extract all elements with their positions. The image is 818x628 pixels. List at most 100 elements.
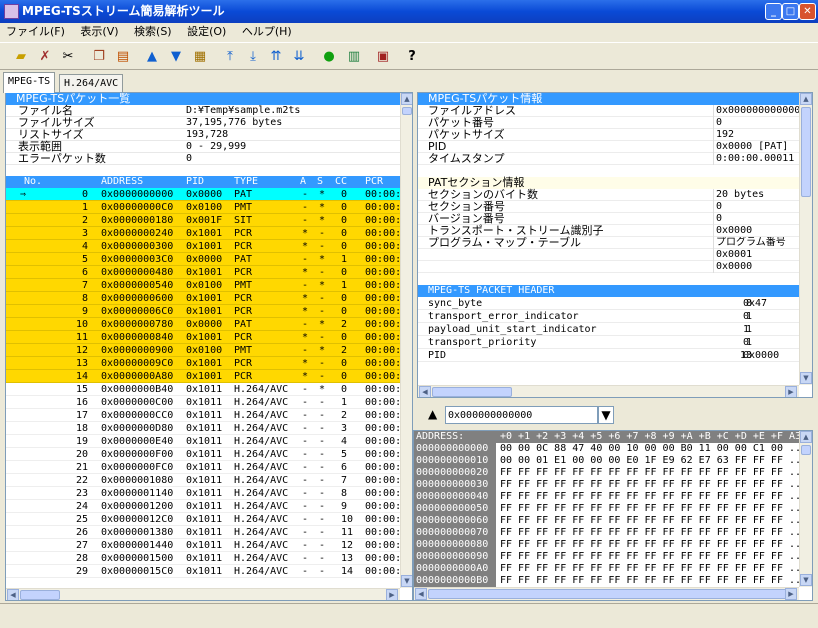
- settings-icon[interactable]: ▣: [372, 46, 394, 68]
- packet-list-vscroll[interactable]: ▲ ▼: [400, 93, 412, 588]
- scroll-up-arrow-icon[interactable]: ▲: [401, 93, 412, 105]
- column-header-type[interactable]: TYPE: [234, 176, 258, 188]
- filter-icon[interactable]: ▦: [189, 46, 211, 68]
- scroll-thumb[interactable]: [20, 590, 60, 600]
- table-row[interactable]: 10 0x0000000780 0x0000 PAT - * 2 00:00:: [6, 318, 412, 331]
- table-row[interactable]: 23 0x0000001140 0x1011 H.264/AVC - - 8 00:00:: [6, 487, 412, 500]
- scroll-left-arrow-icon[interactable]: ◀: [7, 589, 19, 600]
- down-arrow-icon[interactable]: ▼: [165, 46, 187, 68]
- column-header-address[interactable]: ADDRESS: [101, 176, 143, 188]
- prev-mark-icon[interactable]: ⇈: [265, 46, 287, 68]
- column-header-cc[interactable]: CC: [335, 176, 347, 188]
- table-row[interactable]: 19 0x0000000E40 0x1011 H.264/AVC - - 4 00:00:: [6, 435, 412, 448]
- table-row[interactable]: 18 0x0000000D80 0x1011 H.264/AVC - - 3 00:00:: [6, 422, 412, 435]
- table-row[interactable]: 27 0x0000001440 0x1011 H.264/AVC - - 12 00:00:: [6, 539, 412, 552]
- packet-list-panel: MPEG-TSパケット一覧 ファイル名 D:¥Temp¥sample.m2ts ファ…: [5, 92, 413, 601]
- hex-prev-arrow-icon[interactable]: ▲: [428, 407, 437, 421]
- column-header-no[interactable]: No.: [24, 176, 42, 188]
- table-row[interactable]: ⇒ 0 0x0000000000 0x0000 PAT - * 0 00:00:: [6, 188, 412, 201]
- table-row[interactable]: 16 0x0000000C00 0x1011 H.264/AVC - - 1 00:00:: [6, 396, 412, 409]
- delete-icon[interactable]: ✗: [34, 46, 56, 68]
- hex-vscroll[interactable]: ▲ ▼: [799, 431, 812, 587]
- menu-view[interactable]: 表示(V): [74, 23, 124, 41]
- menu-help[interactable]: ヘルプ(H): [236, 23, 298, 41]
- table-row[interactable]: 13 0x00000009C0 0x1001 PCR * - 0 00:00:: [6, 357, 412, 370]
- table-row[interactable]: 29 0x00000015C0 0x1011 H.264/AVC - - 14 00:00:: [6, 565, 412, 578]
- scroll-thumb[interactable]: [801, 107, 811, 197]
- packet-info-vscroll[interactable]: ▲ ▼: [799, 93, 812, 385]
- scroll-thumb[interactable]: [432, 387, 512, 397]
- tab-mpeg-ts[interactable]: MPEG-TS: [3, 72, 56, 93]
- next-mark-icon[interactable]: ⇊: [288, 46, 310, 68]
- scroll-up-arrow-icon[interactable]: ▲: [800, 93, 812, 105]
- packet-info-hscroll[interactable]: ◀ ▶: [418, 385, 799, 397]
- table-row[interactable]: 11 0x0000000840 0x1001 PCR * - 0 00:00:: [6, 331, 412, 344]
- hex-next-arrow-icon[interactable]: ▼: [598, 406, 614, 424]
- list-icon[interactable]: ▥: [343, 46, 365, 68]
- open-folder-icon[interactable]: ▰: [10, 46, 32, 68]
- first-icon[interactable]: ⤒: [219, 46, 241, 68]
- menu-search[interactable]: 検索(S): [128, 23, 178, 41]
- table-row[interactable]: 24 0x0000001200 0x1011 H.264/AVC - - 9 00:00:: [6, 500, 412, 513]
- table-row[interactable]: 5 0x00000003C0 0x0000 PAT - * 1 00:00:: [6, 253, 412, 266]
- copy-icon[interactable]: ❐: [88, 46, 110, 68]
- scroll-down-arrow-icon[interactable]: ▼: [401, 575, 412, 587]
- table-row[interactable]: 12 0x0000000900 0x0100 PMT - * 2 00:00:: [6, 344, 412, 357]
- hex-address-input[interactable]: [445, 406, 598, 424]
- table-icon[interactable]: ▤: [112, 46, 134, 68]
- go-icon[interactable]: ●: [318, 46, 340, 68]
- table-row[interactable]: 20 0x0000000F00 0x1011 H.264/AVC - - 5 00:00:: [6, 448, 412, 461]
- cell-pid: 0x1011: [186, 397, 223, 408]
- table-row[interactable]: 22 0x0000001080 0x1011 H.264/AVC - - 7 00:00:: [6, 474, 412, 487]
- table-row[interactable]: 9 0x00000006C0 0x1001 PCR * - 0 00:00:: [6, 305, 412, 318]
- scroll-down-arrow-icon[interactable]: ▼: [800, 574, 812, 586]
- table-row[interactable]: 8 0x0000000600 0x1001 PCR * - 0 00:00:: [6, 292, 412, 305]
- tab-h264-avc[interactable]: H.264/AVC: [59, 74, 124, 94]
- table-row[interactable]: 7 0x0000000540 0x0100 PMT - * 1 00:00:: [6, 279, 412, 292]
- table-row[interactable]: 6 0x0000000480 0x1001 PCR * - 0 00:00:: [6, 266, 412, 279]
- table-row[interactable]: 28 0x0000001500 0x1011 H.264/AVC - - 13 00:00:: [6, 552, 412, 565]
- maximize-button[interactable]: □: [782, 3, 799, 20]
- close-button[interactable]: ✕: [799, 3, 816, 20]
- table-row[interactable]: 14 0x0000000A80 0x1001 PCR * - 0 00:00:: [6, 370, 412, 383]
- header-field-row: PID 13 0x0000: [418, 349, 812, 362]
- help-icon[interactable]: ?: [401, 46, 423, 68]
- table-row[interactable]: 15 0x0000000B40 0x1011 H.264/AVC - * 0 00:00:: [6, 383, 412, 396]
- scroll-right-arrow-icon[interactable]: ▶: [785, 588, 797, 600]
- scroll-thumb[interactable]: [428, 589, 788, 599]
- scroll-left-arrow-icon[interactable]: ◀: [415, 588, 427, 600]
- cell-type: H.264/AVC: [234, 384, 289, 395]
- table-row[interactable]: 3 0x0000000240 0x1001 PCR * - 0 00:00:: [6, 227, 412, 240]
- table-row[interactable]: 26 0x0000001380 0x1011 H.264/AVC - - 11 00:00:: [6, 526, 412, 539]
- cell-no: 3: [81, 228, 88, 239]
- scroll-down-arrow-icon[interactable]: ▼: [800, 372, 812, 384]
- scroll-left-arrow-icon[interactable]: ◀: [419, 386, 431, 397]
- packet-list-hscroll[interactable]: ◀ ▶: [6, 588, 400, 600]
- menu-settings[interactable]: 設定(O): [181, 23, 232, 41]
- table-row[interactable]: 17 0x0000000CC0 0x1011 H.264/AVC - - 2 00:00:: [6, 409, 412, 422]
- table-row[interactable]: 1 0x00000000C0 0x0100 PMT - * 0 00:00:: [6, 201, 412, 214]
- header-field-label: payload_unit_start_indicator: [428, 324, 597, 335]
- column-header-pid[interactable]: PID: [186, 176, 204, 188]
- last-icon[interactable]: ⤓: [242, 46, 264, 68]
- hex-hscroll[interactable]: ◀ ▶: [414, 587, 799, 600]
- minimize-button[interactable]: _: [765, 3, 782, 20]
- scroll-right-arrow-icon[interactable]: ▶: [785, 386, 797, 397]
- cut-icon[interactable]: ✂: [57, 46, 79, 68]
- scroll-right-arrow-icon[interactable]: ▶: [386, 589, 398, 600]
- table-row[interactable]: 4 0x0000000300 0x1001 PCR * - 0 00:00:: [6, 240, 412, 253]
- column-header-a[interactable]: A: [300, 176, 306, 188]
- info-value: 0x0000 [PAT]: [713, 141, 803, 153]
- column-header-pcr[interactable]: PCR: [365, 176, 383, 188]
- up-arrow-icon[interactable]: ▲: [141, 46, 163, 68]
- column-header-s[interactable]: S: [317, 176, 323, 188]
- table-row[interactable]: 2 0x0000000180 0x001F SIT - * 0 00:00:: [6, 214, 412, 227]
- scroll-thumb[interactable]: [801, 445, 811, 455]
- menu-file[interactable]: ファイル(F): [0, 23, 71, 41]
- table-row[interactable]: 21 0x0000000FC0 0x1011 H.264/AVC - - 6 00:00:: [6, 461, 412, 474]
- scroll-up-arrow-icon[interactable]: ▲: [800, 431, 812, 443]
- cell-pid: 0x1011: [186, 423, 223, 434]
- hex-column-header: ADDRESS: +0 +1 +2 +3 +4 +5 +6 +7 +8 +9 +…: [414, 431, 812, 443]
- table-row[interactable]: 25 0x00000012C0 0x1011 H.264/AVC - - 10 00:00:: [6, 513, 412, 526]
- scroll-thumb[interactable]: [402, 107, 412, 115]
